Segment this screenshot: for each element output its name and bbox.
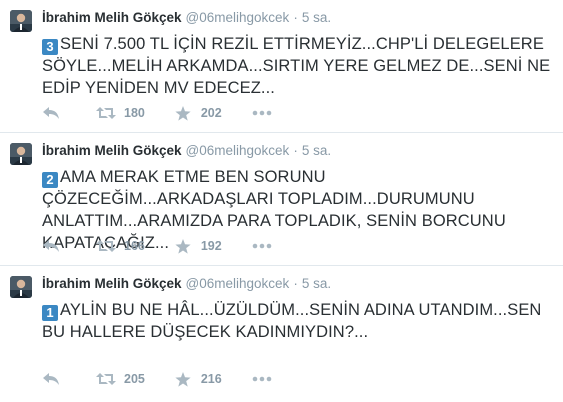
author-handle[interactable]: @06melihgokcek	[186, 276, 290, 291]
tweet-text: 3 SENİ 7.500 TL İÇİN REZİL ETTİRMEYİZ...C…	[42, 33, 554, 99]
avatar[interactable]	[10, 143, 32, 165]
reply-icon	[43, 373, 59, 385]
timestamp[interactable]: 5 sa.	[302, 10, 331, 25]
author-name[interactable]: İbrahim Melih Gökçek	[42, 276, 182, 291]
retweet-button[interactable]: 205	[96, 372, 145, 386]
avatar[interactable]	[10, 10, 32, 32]
retweet-icon	[96, 240, 116, 252]
more-dots-icon	[252, 376, 272, 382]
more-button[interactable]	[252, 376, 272, 382]
number-badge-icon: 1	[42, 305, 58, 321]
more-button[interactable]	[252, 243, 272, 249]
timeline: İbrahim Melih Gökçek @06melihgokcek · 5 sa.…	[0, 0, 563, 402]
reply-icon	[43, 107, 59, 119]
avatar[interactable]	[10, 276, 32, 298]
favorite-button[interactable]: 202	[175, 105, 222, 121]
author-handle[interactable]: @06melihgokcek	[186, 10, 290, 25]
separator: ·	[293, 143, 298, 158]
author-name[interactable]: İbrahim Melih Gökçek	[42, 10, 182, 25]
more-dots-icon	[252, 110, 272, 116]
retweet-button[interactable]: 180	[96, 106, 145, 120]
timestamp[interactable]: 5 sa.	[302, 276, 331, 291]
tweet-header: İbrahim Melih Gökçek @06melihgokcek · 5 sa.	[42, 9, 331, 27]
favorite-count: 202	[200, 106, 222, 120]
tweet[interactable]: İbrahim Melih Gökçek @06melihgokcek · 5 sa.…	[0, 0, 563, 133]
reply-button[interactable]	[42, 106, 62, 120]
more-dots-icon	[252, 243, 272, 249]
retweet-icon	[96, 373, 116, 385]
favorite-button[interactable]: 216	[175, 371, 222, 387]
reply-button[interactable]	[42, 372, 62, 386]
more-button[interactable]	[252, 110, 272, 116]
tweet-header: İbrahim Melih Gökçek @06melihgokcek · 5 sa.	[42, 142, 331, 160]
tweet-actions: 205 216	[42, 369, 272, 389]
timestamp[interactable]: 5 sa.	[302, 143, 331, 158]
favorite-count: 192	[200, 239, 222, 253]
favorite-button[interactable]: 192	[175, 238, 222, 254]
retweet-count: 180	[124, 106, 145, 120]
reply-icon	[43, 240, 59, 252]
tweet-actions: 166 192	[42, 236, 272, 256]
number-badge-icon: 3	[42, 39, 58, 55]
author-name[interactable]: İbrahim Melih Gökçek	[42, 143, 182, 158]
retweet-icon	[96, 107, 116, 119]
reply-button[interactable]	[42, 239, 62, 253]
author-handle[interactable]: @06melihgokcek	[186, 143, 290, 158]
tweet-text: 1 AYLİN BU NE HÂL...ÜZÜLDÜM...SENİN ADINA…	[42, 299, 554, 343]
tweet-body: AYLİN BU NE HÂL...ÜZÜLDÜM...SENİN ADINA …	[42, 301, 542, 341]
tweet[interactable]: İbrahim Melih Gökçek @06melihgokcek · 5 sa.…	[0, 266, 563, 402]
separator: ·	[293, 10, 298, 25]
favorite-count: 216	[200, 372, 222, 386]
tweet-header: İbrahim Melih Gökçek @06melihgokcek · 5 sa.	[42, 275, 331, 293]
separator: ·	[293, 276, 298, 291]
tweet[interactable]: İbrahim Melih Gökçek @06melihgokcek · 5 sa.…	[0, 133, 563, 266]
favorite-star-icon	[175, 371, 191, 387]
favorite-star-icon	[175, 105, 191, 121]
retweet-count: 166	[124, 239, 145, 253]
tweet-actions: 180 202	[42, 103, 272, 123]
retweet-button[interactable]: 166	[96, 239, 145, 253]
retweet-count: 205	[124, 372, 145, 386]
tweet-body: SENİ 7.500 TL İÇİN REZİL ETTİRMEYİZ...CH…	[42, 35, 551, 97]
number-badge-icon: 2	[42, 172, 58, 188]
favorite-star-icon	[175, 238, 191, 254]
